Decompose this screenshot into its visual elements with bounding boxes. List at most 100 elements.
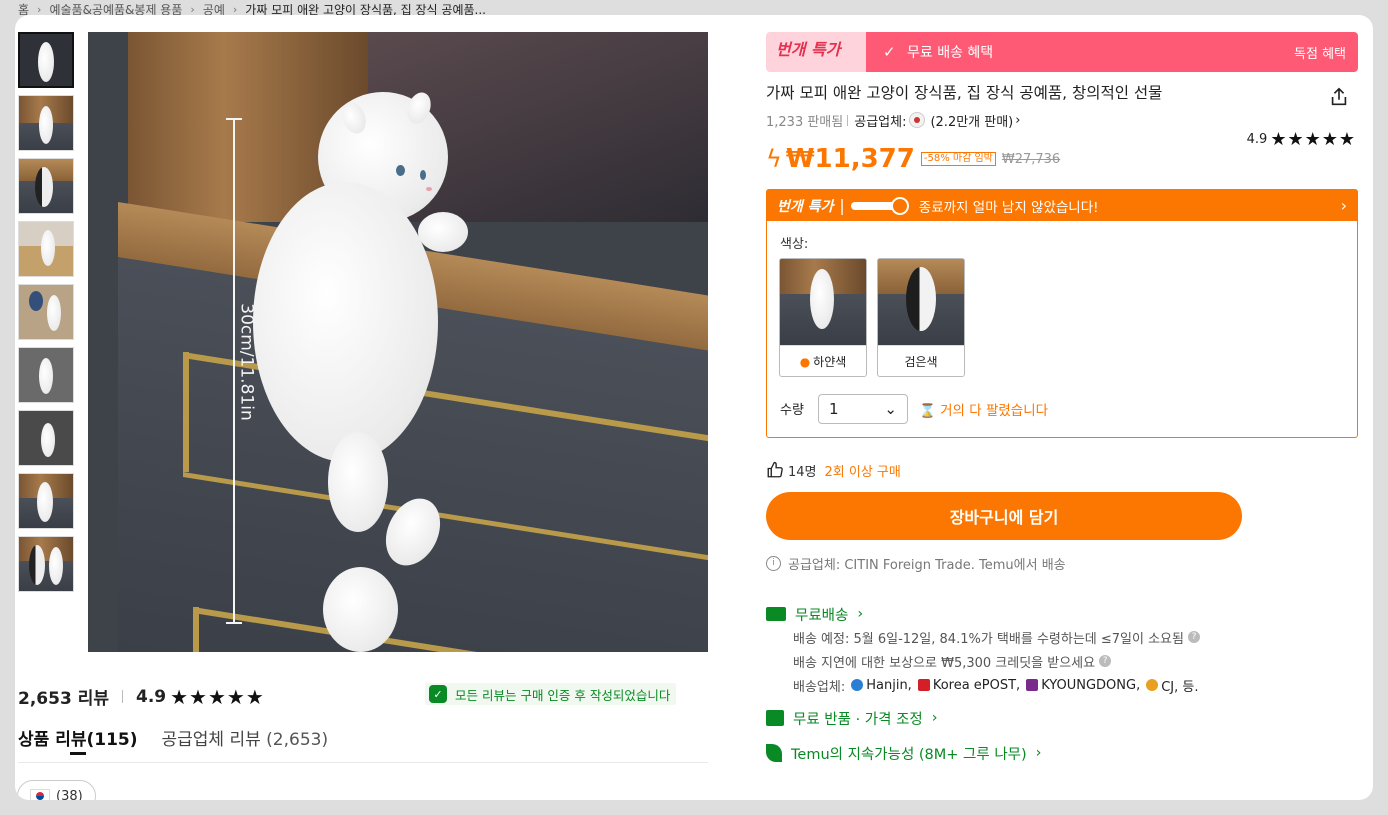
carrier-hanjin-label: Hanjin, (866, 677, 912, 693)
sustainability-row[interactable]: Temu의 지속가능성 (8M+ 그루 나무) › (766, 742, 1358, 764)
chevron-right-icon: › (232, 2, 238, 16)
repeat-buyers-count: 14명 (788, 464, 817, 480)
thumbnail-7[interactable] (18, 410, 74, 466)
main-product-image[interactable]: 30cm/11.81in (88, 32, 708, 652)
free-shipping-title: 무료배송 (795, 607, 849, 624)
hanjin-logo-icon (851, 679, 864, 691)
current-price: ₩11,377 (785, 144, 915, 174)
kyoungdong-logo-icon (1026, 679, 1039, 691)
thumbnail-6[interactable] (18, 347, 74, 403)
thumbs-up-icon (767, 461, 783, 478)
share-icon[interactable] (1328, 86, 1350, 108)
thumbnail-list (18, 32, 76, 599)
chevron-right-icon: › (857, 606, 864, 622)
return-box-icon (766, 710, 784, 726)
supplier-note-text: 공급업체: CITIN Foreign Trade. Temu에서 배송 (788, 557, 1066, 573)
verified-reviews-text: 모든 리뷰는 구매 인증 후 작성되었습니다 (455, 687, 671, 703)
thumbnail-1[interactable] (18, 32, 74, 88)
product-info: 번개 특가 ✓ 무료 배송 혜택 독점 혜택 가짜 모피 애완 고양이 장식품,… (766, 32, 1358, 764)
chevron-right-icon: › (37, 2, 42, 16)
quantity-label: 수량 (780, 403, 804, 418)
supplier-sales[interactable]: (2.2만개 판매) (930, 111, 1013, 130)
info-icon[interactable]: i (766, 555, 781, 571)
stock-warning-text: 거의 다 팔렸습니다 (940, 403, 1049, 419)
product-title: 가짜 모피 애완 고양이 장식품, 집 장식 공예품, 창의적인 선물 (766, 84, 1163, 102)
breadcrumb: 홈 › 예술품&공예품&봉제 용품 › 공예 › 가짜 모피 애완 고양이 장식… (18, 2, 486, 17)
tab-product-reviews-count: (115) (86, 730, 138, 750)
free-shipping-row[interactable]: 무료배송 › (766, 603, 1358, 625)
thumbnail-2[interactable] (18, 95, 74, 151)
product-card: 30cm/11.81in 2,653 리뷰 4.9 ★★★★★ ✓ 모든 리뷰는… (15, 15, 1373, 800)
quantity-select[interactable]: 1 ⌄ (818, 394, 908, 424)
original-price: ₩27,736 (1001, 151, 1061, 167)
flash-deal-box: 번개 특가 | 종료까지 얼마 남지 않았습니다! › 색상: ● 하얀색 검은… (766, 189, 1358, 438)
thumbnail-8[interactable] (18, 473, 74, 529)
chevron-right-icon: › (931, 710, 938, 726)
repeat-buyers-text: 2회 이상 구매 (824, 464, 901, 480)
star-rating-icon: ★★★★★ (1270, 129, 1356, 150)
chevron-right-icon: › (190, 2, 195, 16)
promo-exclusive-text: 독점 혜택 (1294, 46, 1346, 62)
color-black-label: 검은색 (904, 355, 938, 369)
carrier-cj: CJ, 등. (1146, 676, 1199, 695)
measure-line (233, 118, 235, 624)
sold-count: 1,233 판매됨 (766, 114, 844, 130)
sustainability-text: Temu의 지속가능성 (8M+ 그루 나무) (791, 746, 1027, 763)
carriers-label: 배송업체: (793, 679, 846, 695)
add-to-cart-button[interactable]: 장바구니에 담기 (766, 492, 1242, 540)
color-white-label: 하얀색 (813, 355, 847, 369)
chevron-right-icon[interactable]: › (1015, 113, 1020, 128)
help-icon[interactable]: ? (1099, 655, 1112, 667)
thumbnail-4[interactable] (18, 221, 74, 277)
carrier-kyoungdong-label: KYOUNGDONG, (1041, 677, 1141, 693)
fire-icon: ● (799, 354, 811, 369)
star-rating-icon: ★★★★★ (170, 684, 265, 709)
lightning-icon: ϟ (766, 145, 782, 173)
chevron-down-icon: ⌄ (884, 400, 897, 418)
reviews-rating: 4.9 (135, 686, 167, 707)
promo-flash-label: 번개 특가 (776, 40, 841, 59)
reviews-count[interactable]: 2,653 리뷰 (18, 684, 109, 709)
chevron-right-icon[interactable]: › (1341, 196, 1347, 215)
supplier-label[interactable]: 공급업체: (854, 111, 906, 130)
measure-cap-top (226, 118, 242, 120)
truck-icon (766, 607, 786, 621)
chevron-right-icon: › (1035, 745, 1042, 761)
thumbnail-3[interactable] (18, 158, 74, 214)
free-returns-row[interactable]: 무료 반품 · 가격 조정 › (766, 707, 1358, 729)
carrier-kyoungdong: KYOUNGDONG, (1026, 678, 1140, 693)
tab-supplier-reviews[interactable]: 공급업체 리뷰 (2,653) (162, 725, 329, 762)
measure-cap-bottom (226, 622, 242, 624)
divider (847, 114, 849, 126)
shield-check-icon: ✓ (429, 685, 447, 703)
carrier-cj-label: CJ, 등. (1161, 679, 1199, 695)
supplier-note: i 공급업체: CITIN Foreign Trade. Temu에서 배송 (766, 554, 1358, 573)
epost-logo-icon (917, 679, 930, 691)
countdown-timer-icon (850, 196, 909, 215)
supplier-avatar[interactable] (909, 112, 926, 128)
free-returns-text: 무료 반품 · 가격 조정 (793, 711, 923, 728)
stock-warning: ⌛ 거의 다 팔렸습니다 (919, 399, 1048, 419)
country-review-count: (38) (56, 788, 83, 801)
thumbnail-5[interactable] (18, 284, 74, 340)
product-rating[interactable]: 4.9 ★★★★★ (1247, 129, 1356, 150)
promo-banner[interactable]: 번개 특가 ✓ 무료 배송 혜택 독점 혜택 (766, 32, 1358, 72)
tab-product-reviews[interactable]: 상품 리뷰(115) (18, 725, 138, 762)
color-option-black[interactable]: 검은색 (877, 258, 965, 377)
carrier-epost-label: Korea ePOST, (932, 677, 1021, 693)
hourglass-icon: ⌛ (919, 403, 936, 419)
shipping-estimate-text: 배송 예정: 5월 6일-12일, 84.1%가 택배를 수령하는데 ≤7일이 … (793, 631, 1184, 647)
color-option-white[interactable]: ● 하얀색 (779, 258, 867, 377)
shipping-delay: 배송 지연에 대한 보상으로 ₩5,300 크레딧을 받으세요 ? (793, 649, 1358, 673)
product-rating-value: 4.9 (1246, 132, 1268, 147)
flash-deal-message: 종료까지 얼마 남지 않았습니다! (918, 199, 1099, 216)
help-icon[interactable]: ? (1187, 631, 1200, 643)
repeat-buyers: 14명 2회 이상 구매 (766, 460, 1358, 480)
tab-supplier-reviews-label: 공급업체 리뷰 (161, 730, 261, 750)
divider (121, 690, 123, 703)
thumbnail-9[interactable] (18, 536, 74, 592)
measure-label: 30cm/11.81in (236, 303, 257, 421)
color-white-image (780, 259, 866, 345)
country-filter-chip[interactable]: (38) (17, 780, 96, 800)
flash-deal-header[interactable]: 번개 특가 | 종료까지 얼마 남지 않았습니다! › (767, 190, 1357, 221)
